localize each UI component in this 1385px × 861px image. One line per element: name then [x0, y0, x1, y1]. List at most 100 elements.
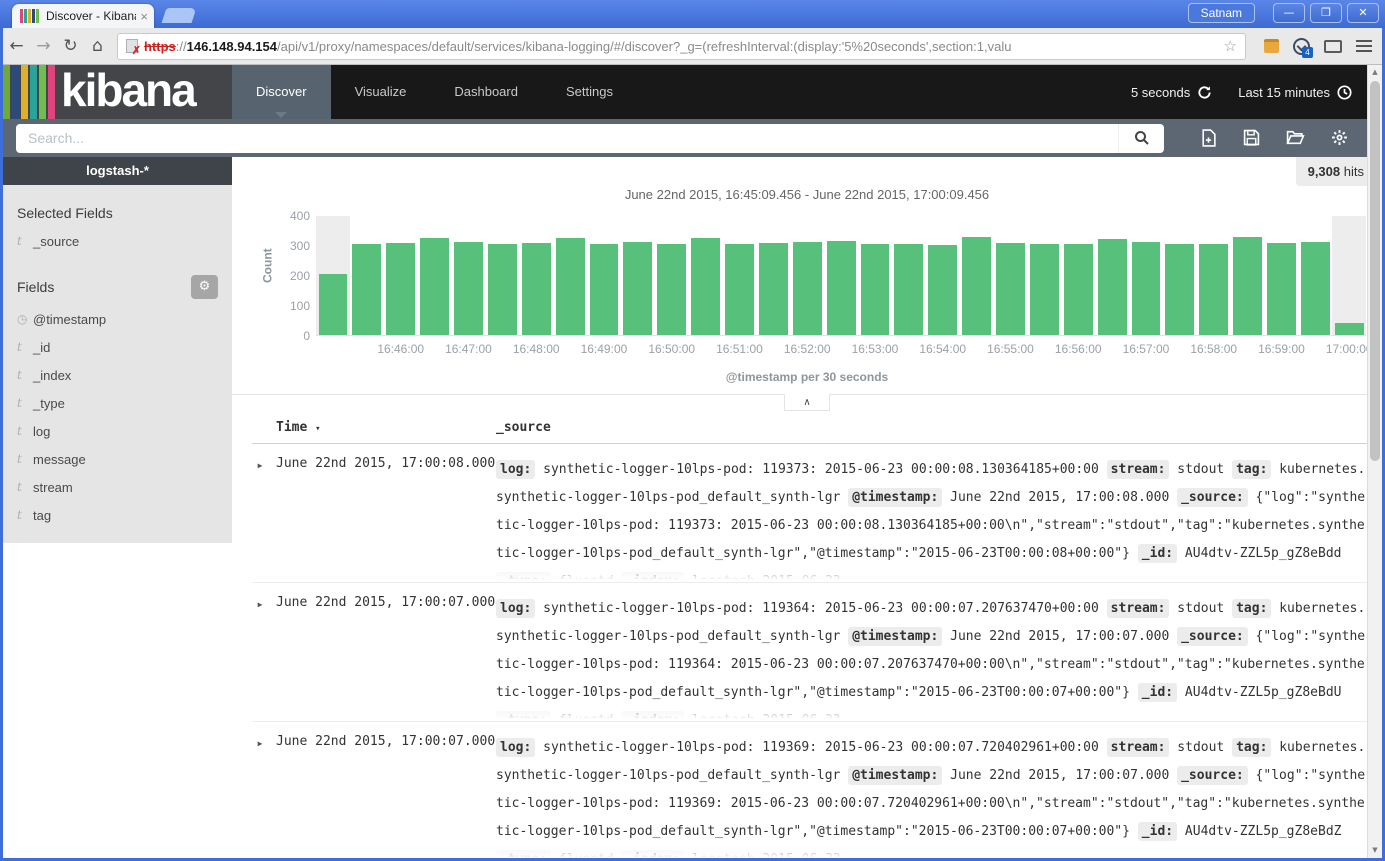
index-pattern-selector[interactable]: logstash-*: [3, 157, 232, 185]
collapse-chart-button[interactable]: ∧: [784, 394, 830, 411]
field-name: @timestamp: [33, 312, 106, 327]
expand-row-icon[interactable]: ▶: [252, 456, 268, 582]
histogram-bar[interactable]: 16:53:00: [858, 216, 892, 335]
fields-heading: Fields ⚙: [17, 275, 232, 299]
histogram-bar[interactable]: 16:48:00: [519, 216, 553, 335]
histogram-bar[interactable]: [350, 216, 384, 335]
table-row: ▶June 22nd 2015, 17:00:08.000log: synthe…: [252, 444, 1368, 582]
histogram-bar[interactable]: [418, 216, 452, 335]
y-axis-label: Count: [260, 248, 274, 283]
nav-tab-discover[interactable]: Discover: [232, 65, 331, 119]
field-item-_index[interactable]: t_index: [3, 361, 232, 389]
new-tab-button[interactable]: [162, 8, 197, 23]
histogram-bar[interactable]: 16:56:00: [1061, 216, 1095, 335]
browser-toolbar: ← → ↻ ⌂ ✗ https://146.148.94.154/api/v1/…: [3, 28, 1382, 65]
histogram-bar[interactable]: 16:49:00: [587, 216, 621, 335]
x-tick-label: 16:47:00: [445, 342, 492, 356]
field-badge: @timestamp:: [848, 488, 942, 507]
nav-tab-dashboard[interactable]: Dashboard: [430, 65, 542, 119]
histogram-bar[interactable]: 16:47:00: [452, 216, 486, 335]
histogram-bar[interactable]: [689, 216, 723, 335]
field-name: stream: [33, 480, 73, 495]
scroll-down-arrow[interactable]: ▼: [1368, 843, 1382, 858]
phone-extension-icon[interactable]: 4: [1293, 38, 1310, 55]
back-button[interactable]: ←: [3, 36, 30, 56]
histogram-bar[interactable]: [1231, 216, 1265, 335]
time-column-header[interactable]: Time ▾: [276, 420, 488, 435]
field-item-_type[interactable]: t_type: [3, 389, 232, 417]
url-text[interactable]: https://146.148.94.154/api/v1/proxy/name…: [144, 39, 1220, 54]
scroll-up-arrow[interactable]: ▲: [1368, 65, 1382, 80]
cast-extension-icon[interactable]: [1324, 40, 1342, 53]
histogram-bar[interactable]: 16:57:00: [1129, 216, 1163, 335]
home-button[interactable]: ⌂: [84, 36, 111, 56]
selected-fields-heading: Selected Fields: [17, 205, 232, 221]
field-badge: log:: [496, 738, 535, 757]
histogram-bar[interactable]: [824, 216, 858, 335]
field-item-message[interactable]: tmessage: [3, 445, 232, 473]
time-range-picker[interactable]: Last 15 minutes: [1238, 85, 1352, 100]
new-search-icon[interactable]: [1200, 129, 1217, 147]
reload-button[interactable]: ↻: [57, 36, 84, 56]
histogram-bar[interactable]: [485, 216, 519, 335]
forward-button[interactable]: →: [30, 36, 57, 56]
histogram-bar[interactable]: [1027, 216, 1061, 335]
profile-button[interactable]: Satnam: [1188, 3, 1255, 23]
browser-menu-icon[interactable]: [1356, 40, 1372, 52]
field-badge: stream:: [1107, 460, 1170, 479]
field-item-_id[interactable]: t_id: [3, 333, 232, 361]
histogram-bar[interactable]: 16:51:00: [723, 216, 757, 335]
histogram-bar[interactable]: 16:46:00: [384, 216, 418, 335]
histogram-bar[interactable]: [1095, 216, 1129, 335]
field-item-@timestamp[interactable]: ◷@timestamp: [3, 305, 232, 333]
nav-tab-visualize[interactable]: Visualize: [331, 65, 431, 119]
expand-row-icon[interactable]: ▶: [252, 734, 268, 858]
histogram-bar[interactable]: [553, 216, 587, 335]
refresh-icon: [1197, 85, 1212, 100]
histogram-bar[interactable]: [960, 216, 994, 335]
histogram-bar[interactable]: [1163, 216, 1197, 335]
histogram-bar[interactable]: [892, 216, 926, 335]
tab-close-icon[interactable]: ×: [140, 9, 148, 24]
field-item-_source[interactable]: t_source: [3, 227, 232, 255]
field-item-stream[interactable]: tstream: [3, 473, 232, 501]
histogram-bar[interactable]: [316, 216, 350, 335]
field-settings-gear-icon[interactable]: ⚙: [191, 275, 218, 299]
struck-https: https: [144, 39, 176, 54]
url-bar[interactable]: ✗ https://146.148.94.154/api/v1/proxy/na…: [117, 33, 1246, 60]
hits-count: 9,308 hits: [1296, 157, 1376, 186]
refresh-interval-picker[interactable]: 5 seconds: [1131, 85, 1212, 100]
settings-gear-icon[interactable]: [1331, 129, 1348, 146]
histogram-plot[interactable]: 16:46:00 16:47:00 16:48:00 16:49:00 16:50:00…: [316, 216, 1366, 336]
bookmark-star-icon[interactable]: ☆: [1224, 37, 1237, 55]
histogram-bar[interactable]: [1298, 216, 1332, 335]
histogram-bar[interactable]: 16:55:00: [994, 216, 1028, 335]
window-close-button[interactable]: ✕: [1347, 3, 1379, 23]
histogram-bar[interactable]: 16:58:00: [1197, 216, 1231, 335]
insecure-page-icon[interactable]: ✗: [126, 39, 138, 53]
scrollbar-thumb[interactable]: [1370, 81, 1380, 461]
field-item-log[interactable]: tlog: [3, 417, 232, 445]
window-minimize-button[interactable]: —: [1273, 3, 1305, 23]
page-scrollbar[interactable]: ▲ ▼: [1367, 65, 1382, 858]
expand-row-icon[interactable]: ▶: [252, 595, 268, 721]
histogram-bar[interactable]: 16:52:00: [790, 216, 824, 335]
histogram-panel: June 22nd 2015, 16:45:09.456 - June 22nd…: [232, 157, 1382, 384]
histogram-bar[interactable]: 16:59:00: [1265, 216, 1299, 335]
nav-tab-settings[interactable]: Settings: [542, 65, 637, 119]
histogram-bar[interactable]: 16:54:00: [926, 216, 960, 335]
window-maximize-button[interactable]: ❐: [1310, 3, 1342, 23]
search-button[interactable]: [1118, 124, 1164, 153]
browser-tab[interactable]: Discover - Kibana 4 ×: [12, 4, 154, 28]
row-time: June 22nd 2015, 17:00:08.000: [276, 456, 488, 582]
histogram-bar[interactable]: 16:50:00: [655, 216, 689, 335]
search-input[interactable]: [16, 130, 1118, 146]
save-search-icon[interactable]: [1243, 129, 1260, 146]
extension-icon[interactable]: [1264, 39, 1279, 53]
field-badge: _source:: [1177, 627, 1248, 646]
field-item-tag[interactable]: ttag: [3, 501, 232, 529]
histogram-bar[interactable]: [756, 216, 790, 335]
open-search-icon[interactable]: [1286, 129, 1305, 145]
histogram-bar[interactable]: [621, 216, 655, 335]
histogram-bar[interactable]: 17:00:00: [1332, 216, 1366, 335]
